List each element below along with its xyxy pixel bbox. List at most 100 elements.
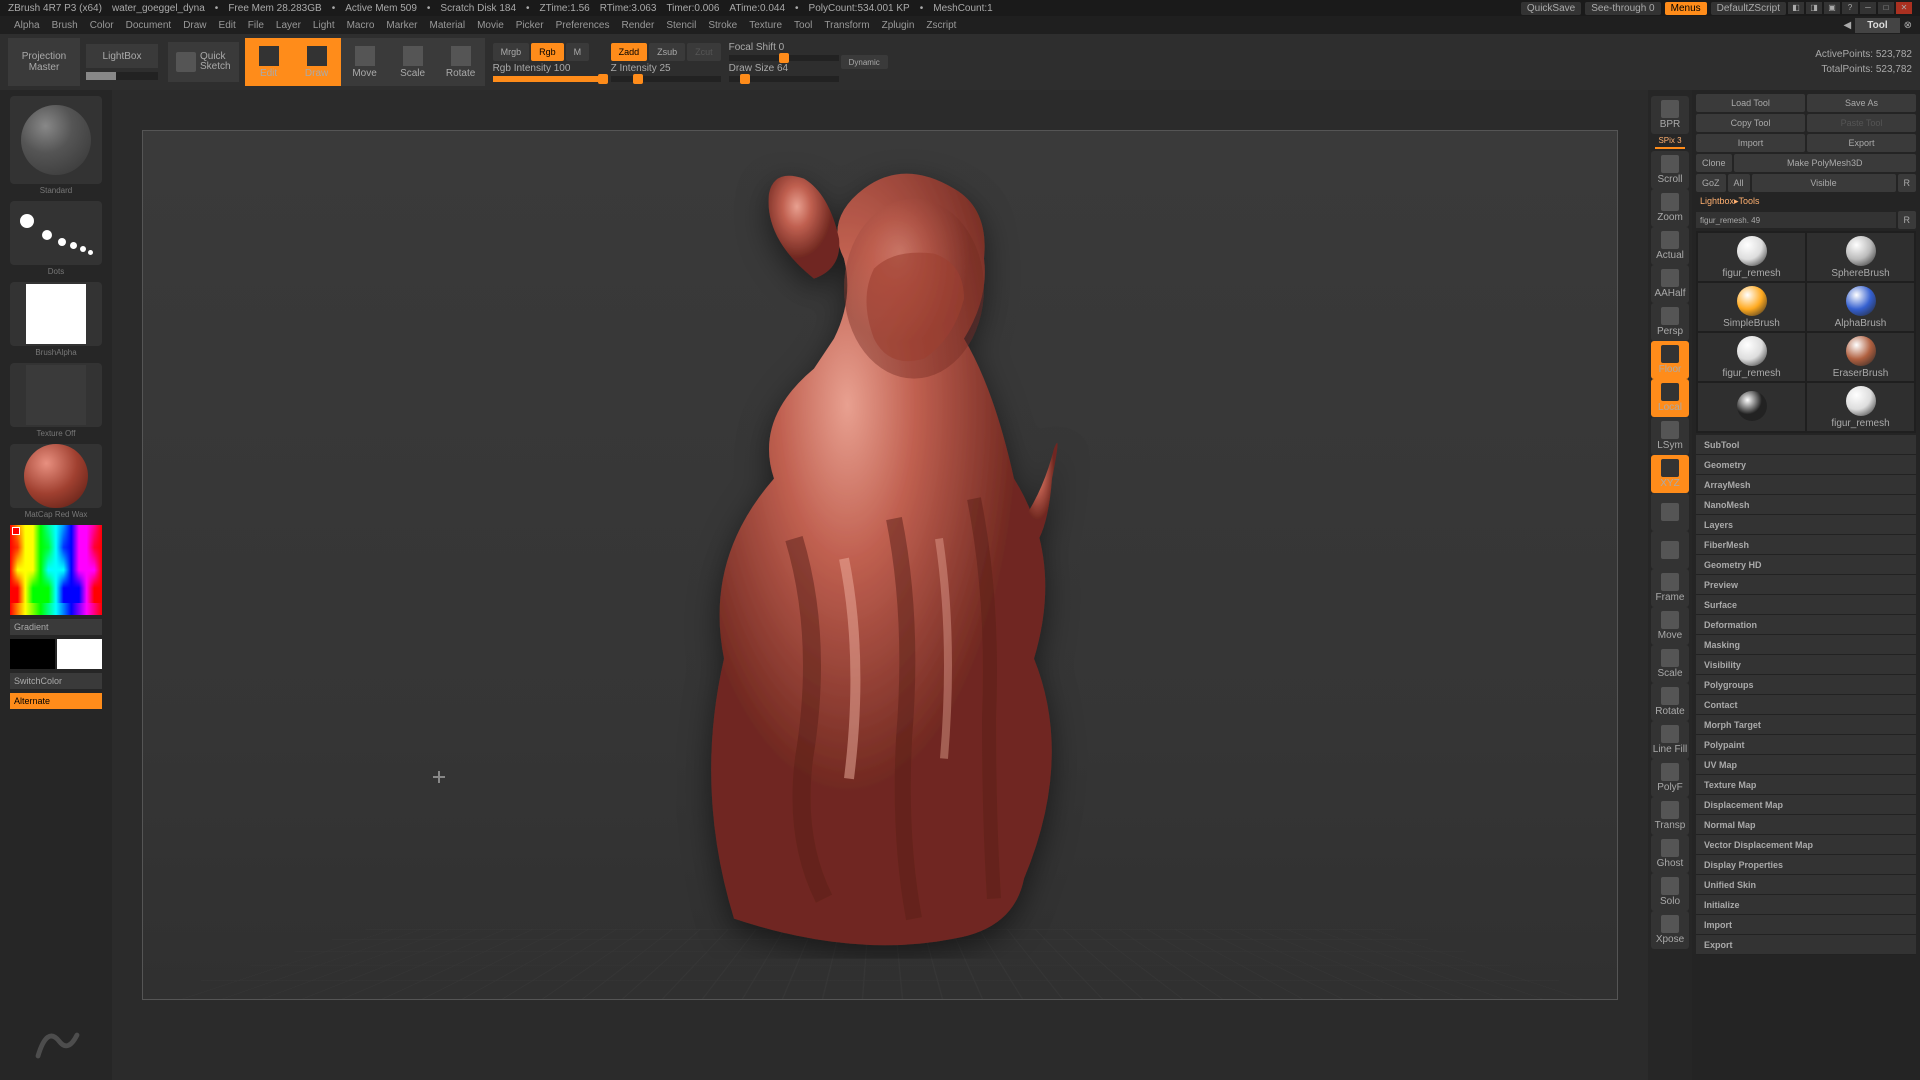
clone-button[interactable]: Clone: [1696, 154, 1732, 172]
menu-layer[interactable]: Layer: [270, 18, 307, 33]
nav-blank-button[interactable]: [1651, 531, 1689, 569]
stroke-selector[interactable]: [10, 201, 102, 265]
menu-stencil[interactable]: Stencil: [660, 18, 702, 33]
menu-draw[interactable]: Draw: [177, 18, 212, 33]
nav-linefill-button[interactable]: Line Fill: [1651, 721, 1689, 759]
switchcolor-button[interactable]: SwitchColor: [10, 673, 102, 689]
menu-file[interactable]: File: [242, 18, 270, 33]
menu-picker[interactable]: Picker: [510, 18, 550, 33]
lightbox-button[interactable]: LightBox: [86, 44, 158, 68]
section-geometry-hd[interactable]: Geometry HD: [1696, 555, 1916, 575]
zadd-toggle[interactable]: Zadd: [611, 43, 648, 61]
default-script[interactable]: DefaultZScript: [1711, 2, 1786, 15]
quicksave-button[interactable]: QuickSave: [1521, 2, 1581, 15]
section-export[interactable]: Export: [1696, 935, 1916, 955]
section-fibermesh[interactable]: FiberMesh: [1696, 535, 1916, 555]
material-selector[interactable]: [10, 444, 102, 508]
tool-thumb-0[interactable]: figur_remesh: [1698, 233, 1805, 281]
menu-material[interactable]: Material: [424, 18, 472, 33]
nav-move-button[interactable]: Move: [1651, 607, 1689, 645]
copy-tool-button[interactable]: Copy Tool: [1696, 114, 1805, 132]
nav-scale-button[interactable]: Scale: [1651, 645, 1689, 683]
load-tool-button[interactable]: Load Tool: [1696, 94, 1805, 112]
tool-thumb-3[interactable]: AlphaBrush: [1807, 283, 1914, 331]
alpha-selector[interactable]: [10, 282, 102, 346]
tool-palette-icon[interactable]: ◀: [1844, 20, 1852, 31]
menu-stroke[interactable]: Stroke: [702, 18, 743, 33]
focal-shift-slider[interactable]: Focal Shift 0: [729, 42, 839, 61]
section-normal-map[interactable]: Normal Map: [1696, 815, 1916, 835]
section-polygroups[interactable]: Polygroups: [1696, 675, 1916, 695]
zsub-toggle[interactable]: Zsub: [649, 43, 685, 61]
import-button[interactable]: Import: [1696, 134, 1805, 152]
window-help[interactable]: ?: [1842, 2, 1858, 14]
nav-xpose-button[interactable]: Xpose: [1651, 911, 1689, 949]
draw-size-slider[interactable]: Draw Size 64: [729, 63, 839, 82]
nav-scroll-button[interactable]: Scroll: [1651, 151, 1689, 189]
section-geometry[interactable]: Geometry: [1696, 455, 1916, 475]
scale-mode-button[interactable]: Scale: [389, 38, 437, 86]
menu-zplugin[interactable]: Zplugin: [876, 18, 921, 33]
export-button[interactable]: Export: [1807, 134, 1916, 152]
menu-transform[interactable]: Transform: [818, 18, 875, 33]
section-nanomesh[interactable]: NanoMesh: [1696, 495, 1916, 515]
seethrough-slider[interactable]: See-through 0: [1585, 2, 1660, 15]
nav-transp-button[interactable]: Transp: [1651, 797, 1689, 835]
section-texture-map[interactable]: Texture Map: [1696, 775, 1916, 795]
section-arraymesh[interactable]: ArrayMesh: [1696, 475, 1916, 495]
section-unified-skin[interactable]: Unified Skin: [1696, 875, 1916, 895]
nav-frame-button[interactable]: Frame: [1651, 569, 1689, 607]
viewport[interactable]: [142, 130, 1618, 1000]
nav-persp-button[interactable]: Persp: [1651, 303, 1689, 341]
gradient-toggle[interactable]: Gradient: [10, 619, 102, 635]
tool-palette-close[interactable]: ⊗: [1904, 20, 1912, 31]
nav-blank-button[interactable]: [1651, 493, 1689, 531]
minimize-button[interactable]: ─: [1860, 2, 1876, 14]
window-c[interactable]: ▣: [1824, 2, 1840, 14]
menu-macro[interactable]: Macro: [341, 18, 381, 33]
section-displacement-map[interactable]: Displacement Map: [1696, 795, 1916, 815]
nav-rotate-button[interactable]: Rotate: [1651, 683, 1689, 721]
nav-solo-button[interactable]: Solo: [1651, 873, 1689, 911]
section-masking[interactable]: Masking: [1696, 635, 1916, 655]
edit-mode-button[interactable]: Edit: [245, 38, 293, 86]
make-polymesh3d-button[interactable]: Make PolyMesh3D: [1734, 154, 1916, 172]
nav-polyf-button[interactable]: PolyF: [1651, 759, 1689, 797]
m-toggle[interactable]: M: [566, 43, 590, 61]
primary-color-swatch[interactable]: [57, 639, 102, 669]
secondary-color-swatch[interactable]: [10, 639, 55, 669]
paste-tool-button[interactable]: Paste Tool: [1807, 114, 1916, 132]
goz-r-button[interactable]: R: [1898, 174, 1917, 192]
z-intensity-slider[interactable]: Z Intensity 25: [611, 63, 721, 82]
menu-zscript[interactable]: Zscript: [920, 18, 962, 33]
section-deformation[interactable]: Deformation: [1696, 615, 1916, 635]
section-contact[interactable]: Contact: [1696, 695, 1916, 715]
lightbox-tools-header[interactable]: Lightbox▸Tools: [1696, 194, 1916, 209]
tool-r-button[interactable]: R: [1898, 211, 1917, 229]
goz-button[interactable]: GoZ: [1696, 174, 1726, 192]
maximize-button[interactable]: □: [1878, 2, 1894, 14]
menu-marker[interactable]: Marker: [380, 18, 423, 33]
tool-thumb-1[interactable]: SphereBrush: [1807, 233, 1914, 281]
tool-thumb-4[interactable]: figur_remesh: [1698, 333, 1805, 381]
section-surface[interactable]: Surface: [1696, 595, 1916, 615]
quicksketch-button[interactable]: Quick Sketch: [168, 42, 239, 82]
spix-label[interactable]: SPix 3: [1658, 136, 1681, 145]
window-b[interactable]: ◨: [1806, 2, 1822, 14]
projection-master-button[interactable]: Projection Master: [8, 38, 80, 86]
section-polypaint[interactable]: Polypaint: [1696, 735, 1916, 755]
current-tool-name[interactable]: figur_remesh. 49: [1696, 212, 1896, 228]
section-subtool[interactable]: SubTool: [1696, 435, 1916, 455]
menu-alpha[interactable]: Alpha: [8, 18, 46, 33]
nav-actual-button[interactable]: Actual: [1651, 227, 1689, 265]
tool-thumb-7[interactable]: figur_remesh: [1807, 383, 1914, 431]
rotate-mode-button[interactable]: Rotate: [437, 38, 485, 86]
menus-toggle[interactable]: Menus: [1665, 2, 1707, 15]
section-morph-target[interactable]: Morph Target: [1696, 715, 1916, 735]
section-initialize[interactable]: Initialize: [1696, 895, 1916, 915]
goz-all-button[interactable]: All: [1728, 174, 1750, 192]
texture-selector[interactable]: [10, 363, 102, 427]
dynamic-toggle[interactable]: Dynamic: [841, 55, 888, 69]
tool-palette-title[interactable]: Tool: [1855, 18, 1899, 33]
move-mode-button[interactable]: Move: [341, 38, 389, 86]
